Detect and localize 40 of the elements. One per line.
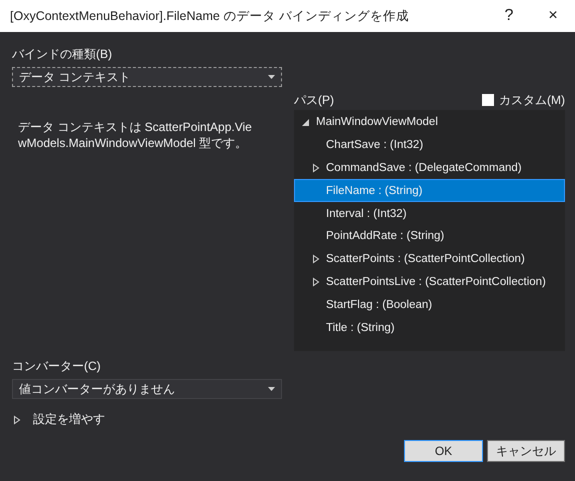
collapsed-triangle-icon[interactable]: [311, 162, 321, 173]
tree-item[interactable]: ScatterPoints : (ScatterPointCollection): [294, 248, 565, 271]
tree-item-label: StartFlag : (Boolean): [326, 298, 432, 311]
tree-item[interactable]: ScatterPointsLive : (ScatterPointCollection): [294, 270, 565, 294]
tree-item-label: MainWindowViewModel: [316, 116, 438, 128]
tree-item[interactable]: MainWindowViewModel: [294, 111, 565, 134]
converter-dropdown[interactable]: 値コンバーターがありません: [12, 379, 282, 399]
close-button[interactable]: ×: [531, 0, 575, 32]
converter-label: コンバーター(C): [12, 358, 102, 375]
tree-item[interactable]: Interval : (Int32): [294, 202, 565, 225]
caret-icon: [268, 75, 275, 79]
tree-item-label: FileName : (String): [326, 184, 422, 197]
collapsed-triangle-icon[interactable]: [12, 414, 22, 424]
collapsed-triangle-icon[interactable]: [311, 276, 321, 287]
tree-item-label: Title : (String): [326, 322, 395, 334]
cancel-button[interactable]: キャンセル: [487, 440, 565, 462]
window-title: [OxyContextMenuBehavior].FileName のデータ バインディングを作成: [10, 8, 410, 24]
tree-item[interactable]: StartFlag : (Boolean): [294, 293, 565, 316]
tree-item-label: ScatterPoints : (ScatterPointCollection): [326, 253, 525, 266]
tree-item[interactable]: FileName : (String): [294, 179, 565, 202]
path-label: パス(P): [294, 92, 334, 108]
expanded-triangle-icon[interactable]: [301, 117, 311, 128]
tree-item-label: Interval : (Int32): [326, 208, 407, 220]
description-text: データ コンテキストは ScatterPointApp.ViewModels.MainWindowViewModel 型です。: [18, 119, 253, 151]
custom-checkbox[interactable]: カスタム(M): [482, 92, 565, 108]
tree-item-label: CommandSave : (DelegateCommand): [326, 162, 522, 174]
caret-icon: [268, 387, 275, 391]
tree-item[interactable]: ChartSave : (Int32): [294, 134, 565, 157]
more-settings-expander[interactable]: 設定を増やす: [12, 411, 105, 428]
help-button[interactable]: ?: [487, 0, 531, 32]
ok-button[interactable]: OK: [404, 440, 483, 462]
tree-item-label: ScatterPointsLive : (ScatterPointCollection): [326, 276, 546, 288]
tree-item-label: ChartSave : (Int32): [326, 139, 424, 152]
tree-item-label: PointAddRate : (String): [326, 230, 444, 242]
bind-type-dropdown[interactable]: データ コンテキスト: [12, 67, 282, 87]
bind-type-label: バインドの種類(B): [12, 46, 113, 63]
collapsed-triangle-icon[interactable]: [311, 254, 321, 264]
tree-item[interactable]: CommandSave : (DelegateCommand): [294, 156, 565, 180]
tree-item[interactable]: Title : (String): [294, 316, 565, 339]
tree-item[interactable]: PointAddRate : (String): [294, 224, 565, 248]
